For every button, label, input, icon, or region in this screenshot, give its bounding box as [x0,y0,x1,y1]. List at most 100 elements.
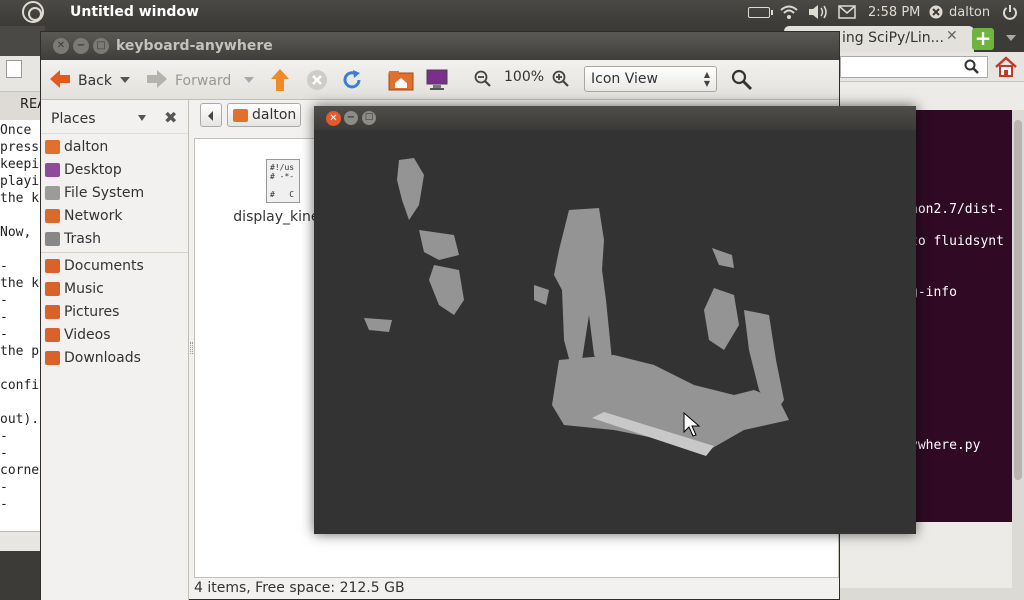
editor-line: press [0,140,40,155]
file-manager-titlebar: ✕ − □ keyboard-anywhere [41,32,839,60]
stop-icon[interactable] [306,69,328,91]
tab-list-icon[interactable] [1006,35,1016,41]
editor-line: - [0,497,8,512]
sidebar-item-label: Pictures [64,303,120,320]
terminal-line: hon2.7/dist- [910,202,1004,217]
depth-image [364,158,789,456]
sidebar-item-documents[interactable]: Documents [41,254,188,277]
downloads-folder-icon [45,350,60,365]
view-mode-select[interactable]: Icon View ▲ ▼ [584,66,717,92]
user-name[interactable]: dalton [949,0,990,24]
tab-close-icon[interactable]: ✕ [946,28,958,44]
places-header[interactable]: Places ✖ [41,100,188,134]
sidebar-item-trash[interactable]: Trash [41,227,188,250]
ubuntu-logo-icon[interactable] [22,1,44,23]
back-arrow-icon [48,69,72,93]
forward-arrow-icon [145,69,169,93]
kinect-titlebar: ✕ − □ [314,106,916,130]
wifi-icon[interactable] [779,0,799,24]
scrollbar-thumb[interactable] [1014,120,1022,480]
minimize-icon[interactable]: − [73,38,89,54]
sidebar-item-pictures[interactable]: Pictures [41,300,188,323]
videos-folder-icon [45,327,60,342]
close-icon[interactable]: ✕ [53,38,69,54]
editor-line: corne [0,463,40,478]
zoom-level: 100% [504,69,545,85]
editor-line: the k [0,191,40,206]
close-icon[interactable]: ✕ [326,111,341,126]
drive-icon [45,185,60,200]
vertical-scrollbar[interactable] [1012,110,1024,590]
pictures-folder-icon [45,304,60,319]
editor-text[interactable]: Once press keepi playi the k Now, - the k - - - the… [0,120,45,513]
kinect-display-window[interactable]: ✕ − □ [314,106,916,534]
reload-icon[interactable] [341,69,363,91]
sidebar-item-label: Documents [64,257,144,274]
folder-home-icon [233,109,248,122]
sidebar-item-network[interactable]: Network [41,204,188,227]
status-bar-text: 4 items, Free space: 212.5 GB [194,580,405,596]
battery-icon[interactable] [748,0,773,24]
close-sidebar-icon[interactable]: ✖ [164,108,177,127]
editor-titlebar [0,26,45,56]
back-history-dropdown[interactable] [120,77,130,83]
sidebar-item-label: Music [64,280,104,297]
home-folder-icon[interactable] [388,68,414,92]
sidebar-resize-handle[interactable] [190,342,193,354]
up-arrow-icon[interactable] [270,68,290,92]
home-icon[interactable] [994,55,1018,83]
new-document-icon[interactable] [6,60,22,78]
back-button[interactable]: Back [48,69,112,93]
terminal-area[interactable]: hon2.7/dist- to fluidsynt g-info ywhere.… [910,110,1024,522]
sidebar-item-music[interactable]: Music [41,277,188,300]
background-editor-window[interactable]: REA Once press keepi playi the k Now, - the k - -… [0,26,46,551]
browser-tab-label: ing SciPy/Lin... [842,30,944,46]
editor-tab[interactable]: REA [0,92,46,120]
minimize-icon[interactable]: − [344,111,358,125]
mail-icon[interactable] [838,0,856,24]
volume-icon[interactable] [807,0,829,24]
sidebar-item-dalton[interactable]: dalton [41,135,188,158]
clock[interactable]: 2:58 PM [868,0,920,24]
editor-line: - [0,293,8,308]
editor-line: - [0,480,8,495]
sidebar-item-videos[interactable]: Videos [41,323,188,346]
network-icon [45,208,60,223]
path-left-arrow-icon[interactable] [200,103,222,127]
depth-point-cloud[interactable] [314,130,916,534]
desktop-icon [45,162,60,177]
editor-line: - [0,310,8,325]
power-icon[interactable] [1002,0,1018,24]
editor-line: the p [0,344,40,359]
search-icon[interactable] [964,59,980,79]
panel-window-title: Untitled window [70,4,199,20]
sidebar-item-label: Desktop [64,161,122,178]
sidebar-item-desktop[interactable]: Desktop [41,158,188,181]
editor-line: - [0,327,8,342]
path-button-dalton[interactable]: dalton [227,103,301,127]
search-icon[interactable] [731,69,753,91]
zoom-in-icon[interactable] [552,70,570,88]
select-arrows-icon: ▲ ▼ [703,70,710,88]
places-title: Places [51,111,96,127]
sidebar-item-label: dalton [64,138,109,155]
horizontal-scrollbar[interactable] [840,588,1024,600]
maximize-icon[interactable]: □ [362,111,376,125]
forward-button[interactable]: Forward [145,69,231,93]
computer-icon[interactable] [425,68,449,92]
documents-folder-icon [45,258,60,273]
sidebar-item-file-system[interactable]: File System [41,181,188,204]
user-icon[interactable] [929,0,943,24]
maximize-icon[interactable]: □ [93,38,109,54]
forward-history-dropdown[interactable] [244,77,254,83]
new-tab-icon[interactable]: + [972,28,994,50]
home-folder-icon [45,139,60,154]
chevron-down-icon[interactable] [138,115,146,121]
zoom-out-icon[interactable] [474,70,492,88]
sidebar-item-downloads[interactable]: Downloads [41,346,188,369]
editor-line: Now, [0,225,32,240]
file-manager-toolbar: Back Forward 100% Icon View ▲ ▼ [41,60,839,100]
places-sidebar: Places ✖ dalton Desktop File System Network… [41,100,189,600]
